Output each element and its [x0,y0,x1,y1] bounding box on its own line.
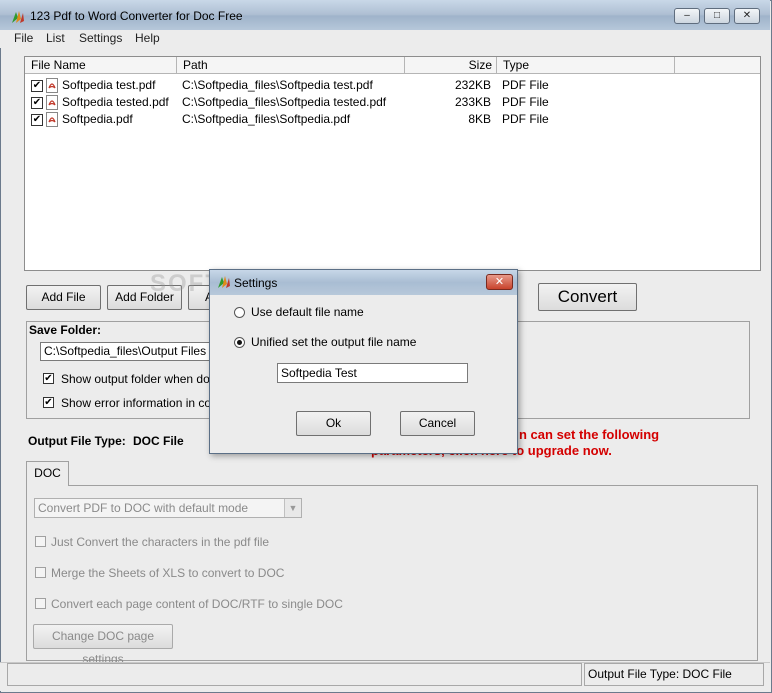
window-title: 123 Pdf to Word Converter for Doc Free [30,9,243,23]
close-button[interactable]: ✕ [734,8,760,24]
file-type: PDF File [502,112,549,126]
convert-mode-select[interactable]: Convert PDF to DOC with default mode [34,498,302,518]
output-filename-input[interactable]: Softpedia Test [277,363,468,383]
file-size: 8KB [468,112,491,126]
tab-doc[interactable]: DOC [26,461,69,486]
use-default-name-radio[interactable] [234,307,245,318]
table-row[interactable]: ✔ Softpedia test.pdf C:\Softpedia_files\… [25,77,760,94]
ok-button[interactable]: Ok [296,411,371,436]
file-path: C:\Softpedia_files\Softpedia tested.pdf [182,95,387,109]
file-name: Softpedia tested.pdf [62,95,169,109]
file-list[interactable]: File Name Path Size Type ✔ Softpedia tes… [24,56,761,271]
menu-file[interactable]: File [14,30,33,48]
file-type: PDF File [502,95,549,109]
file-size: 233KB [454,95,491,109]
menu-list[interactable]: List [46,30,65,48]
change-doc-page-settings-button[interactable]: Change DOC page settings [33,624,173,666]
use-default-name-label: Use default file name [251,305,364,319]
pdf-file-icon [46,95,58,110]
unified-name-radio[interactable] [234,337,245,348]
settings-dialog: Settings ✕ Use default file name Unified… [209,269,518,454]
file-path: C:\Softpedia_files\Softpedia test.pdf [182,78,373,92]
app-icon [12,11,24,23]
app-icon [218,276,230,288]
row-checkbox[interactable]: ✔ [31,80,43,92]
add-file-button[interactable]: Add File [26,285,101,310]
cancel-button[interactable]: Cancel [400,411,475,436]
table-row[interactable]: ✔ Softpedia tested.pdf C:\Softpedia_file… [25,94,760,111]
column-header-file-name[interactable]: File Name [25,57,177,74]
settings-close-button[interactable]: ✕ [486,274,513,290]
file-name: Softpedia.pdf [62,112,133,126]
show-output-folder-checkbox[interactable]: ✔ [43,373,54,384]
menu-settings[interactable]: Settings [79,30,122,48]
file-type: PDF File [502,78,549,92]
show-error-info-label: Show error information in conve [61,396,231,410]
column-header-empty [675,57,760,74]
just-convert-characters-label: Just Convert the characters in the pdf f… [51,535,270,549]
pdf-file-icon [46,78,58,93]
single-doc-checkbox[interactable] [35,598,46,609]
single-doc-label: Convert each page content of DOC/RTF to … [51,597,343,611]
status-panel-left [7,663,582,686]
show-output-folder-label: Show output folder when done [61,372,224,386]
output-file-type-value: DOC File [133,434,184,448]
chevron-down-icon[interactable]: ▼ [284,499,301,517]
row-checkbox[interactable]: ✔ [31,97,43,109]
save-folder-label: Save Folder: [29,323,102,337]
merge-sheets-checkbox[interactable] [35,567,46,578]
settings-dialog-title: Settings [234,276,278,290]
row-checkbox[interactable]: ✔ [31,114,43,126]
maximize-button[interactable]: □ [704,8,730,24]
pdf-file-icon [46,112,58,127]
convert-button[interactable]: Convert [538,283,637,311]
save-folder-input[interactable]: C:\Softpedia_files\Output Files [40,342,212,361]
merge-sheets-label: Merge the Sheets of XLS to convert to DO… [51,566,285,580]
minimize-button[interactable]: – [674,8,700,24]
menu-help[interactable]: Help [135,30,160,48]
status-panel-output-type: Output File Type: DOC File [584,663,764,686]
file-name: Softpedia test.pdf [62,78,156,92]
column-header-type[interactable]: Type [497,57,675,74]
file-size: 232KB [454,78,491,92]
column-header-path[interactable]: Path [177,57,405,74]
output-file-type-label: Output File Type: [28,434,126,448]
file-path: C:\Softpedia_files\Softpedia.pdf [182,112,351,126]
show-error-info-checkbox[interactable]: ✔ [43,397,54,408]
upgrade-message-line1[interactable]: n can set the following [519,427,659,442]
just-convert-characters-checkbox[interactable] [35,536,46,547]
unified-name-label: Unified set the output file name [251,335,417,349]
table-row[interactable]: ✔ Softpedia.pdf C:\Softpedia_files\Softp… [25,111,760,128]
column-header-size[interactable]: Size [405,57,497,74]
